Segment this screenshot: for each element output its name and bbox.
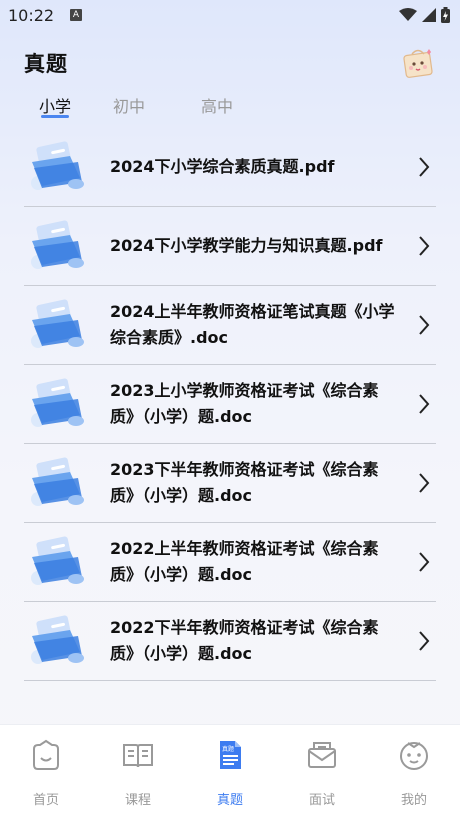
mail-icon xyxy=(308,742,336,768)
document-folder-icon xyxy=(31,299,84,348)
category-tabs: 小学 初中 高中 xyxy=(0,90,460,120)
list-item[interactable]: 2023上小学教师资格证考试《综合素质》（小学）题.doc xyxy=(24,365,436,444)
book-icon xyxy=(123,744,153,768)
chevron-right-icon xyxy=(419,315,430,335)
chevron-right-icon xyxy=(419,236,430,256)
tab-primary-school[interactable]: 小学 xyxy=(39,93,71,117)
paper-title: 2024上半年教师资格证笔试真题《小学综合素质》.doc xyxy=(110,302,395,347)
mascot-avatar-button[interactable] xyxy=(400,46,436,80)
nav-profile[interactable]: 我的 xyxy=(368,725,460,818)
document-folder-icon xyxy=(31,141,84,190)
nav-label: 首页 xyxy=(32,793,59,808)
document-folder-icon xyxy=(31,536,84,585)
chevron-right-icon xyxy=(419,157,430,177)
document-folder-icon xyxy=(31,378,84,427)
document-folder-icon xyxy=(31,457,84,506)
tab-junior-high[interactable]: 初中 xyxy=(113,93,145,117)
status-bar: 10:22 A xyxy=(0,0,460,32)
nav-interview[interactable]: 面试 xyxy=(276,725,368,818)
paper-title: 2022上半年教师资格证考试《综合素质》（小学）题.doc xyxy=(110,539,379,584)
signal-icon xyxy=(422,8,436,22)
document-icon: 真题 xyxy=(220,741,241,769)
list-item[interactable]: 2023下半年教师资格证考试《综合素质》（小学）题.doc xyxy=(24,444,436,523)
document-icon-text: 真题 xyxy=(222,745,234,753)
nav-label: 我的 xyxy=(400,793,427,808)
profile-icon xyxy=(400,742,428,770)
document-folder-icon xyxy=(31,615,84,664)
nav-label: 课程 xyxy=(124,793,151,808)
list-item[interactable]: 2024下小学教学能力与知识真题.pdf xyxy=(24,207,436,286)
page-title: 真题 xyxy=(24,52,68,76)
bottom-nav: 首页 课程 真题 真题 面试 我的 xyxy=(0,724,460,818)
nav-label: 真题 xyxy=(216,793,243,808)
wifi-icon xyxy=(399,8,417,21)
tab-senior-high[interactable]: 高中 xyxy=(201,93,233,117)
status-icons xyxy=(399,7,450,23)
mascot-icon xyxy=(403,49,433,78)
home-icon xyxy=(33,739,59,770)
paper-title: 2024下小学教学能力与知识真题.pdf xyxy=(110,236,383,255)
nav-home[interactable]: 首页 xyxy=(0,725,92,818)
list-item[interactable]: 2022上半年教师资格证考试《综合素质》（小学）题.doc xyxy=(24,523,436,602)
notification-icon: A xyxy=(70,9,82,21)
list-item[interactable]: 2024下小学综合素质真题.pdf xyxy=(24,128,436,207)
active-tab-indicator xyxy=(41,115,69,118)
document-folder-icon xyxy=(31,220,84,269)
chevron-right-icon xyxy=(419,473,430,493)
battery-icon xyxy=(441,7,450,23)
exam-paper-list: 2024下小学综合素质真题.pdf 2024下小学教学能力与知识真题.pdf 2… xyxy=(24,128,436,681)
nav-courses[interactable]: 课程 xyxy=(92,725,184,818)
list-item[interactable]: 2022下半年教师资格证考试《综合素质》（小学）题.doc xyxy=(24,602,436,681)
chevron-right-icon xyxy=(419,631,430,651)
paper-title: 2024下小学综合素质真题.pdf xyxy=(110,157,335,176)
chevron-right-icon xyxy=(419,552,430,572)
nav-exam-papers[interactable]: 真题 真题 xyxy=(184,725,276,818)
paper-title: 2023下半年教师资格证考试《综合素质》（小学）题.doc xyxy=(110,460,379,505)
chevron-right-icon xyxy=(419,394,430,414)
paper-title: 2023上小学教师资格证考试《综合素质》（小学）题.doc xyxy=(110,381,379,426)
list-item[interactable]: 2024上半年教师资格证笔试真题《小学综合素质》.doc xyxy=(24,286,436,365)
paper-title: 2022下半年教师资格证考试《综合素质》（小学）题.doc xyxy=(110,618,379,663)
status-time: 10:22 xyxy=(8,6,55,25)
nav-label: 面试 xyxy=(308,793,335,808)
